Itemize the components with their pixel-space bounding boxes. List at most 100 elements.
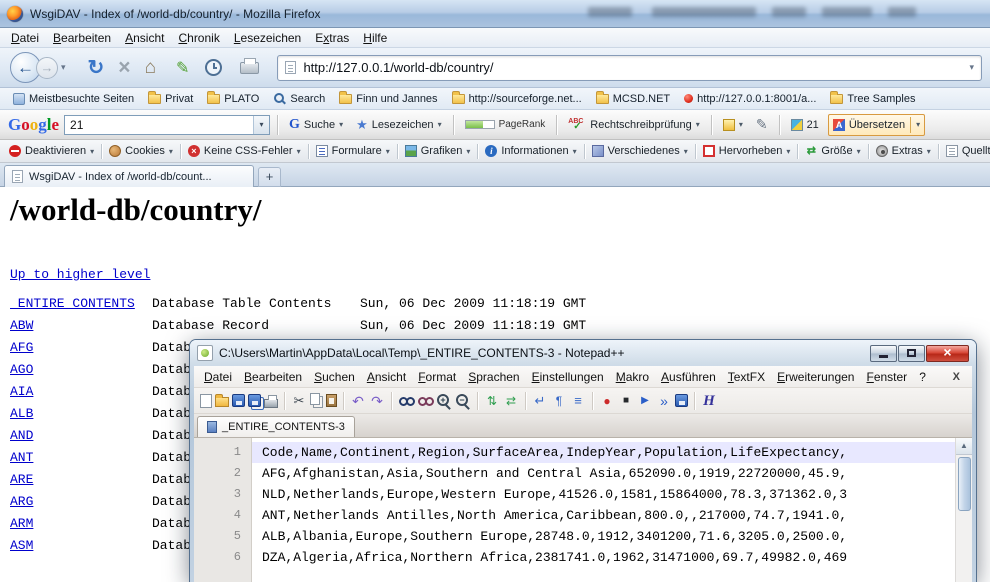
menu-item-extras[interactable]: Extras bbox=[308, 28, 356, 48]
hex-view-icon[interactable]: H bbox=[701, 393, 717, 409]
history-dropdown-icon[interactable] bbox=[61, 62, 66, 73]
forward-button[interactable] bbox=[36, 57, 58, 79]
file-link[interactable]: AFG bbox=[10, 340, 33, 355]
pagerank-indicator[interactable]: PageRank bbox=[461, 117, 550, 132]
file-link[interactable]: ENTIRE CONTENTS bbox=[10, 296, 135, 311]
npp-menu-format[interactable]: Format bbox=[412, 370, 462, 384]
translate-button[interactable]: Übersetzen bbox=[828, 114, 925, 136]
close-document-button[interactable]: X bbox=[953, 371, 960, 383]
bookmark-http-sourceforge-net[interactable]: http://sourceforge.net... bbox=[445, 88, 589, 110]
npp-menu-einstellungen[interactable]: Einstellungen bbox=[526, 370, 610, 384]
minimize-button[interactable] bbox=[870, 345, 897, 362]
undo-icon[interactable]: ↶ bbox=[350, 393, 366, 409]
clock-extension-button[interactable] bbox=[205, 59, 222, 76]
indent-guide-icon[interactable]: ≡ bbox=[570, 393, 586, 409]
webdev-formulare[interactable]: Formulare bbox=[311, 145, 395, 157]
bookmark-mcsd-net[interactable]: MCSD.NET bbox=[589, 88, 677, 110]
npp-menu-bearbeiten[interactable]: Bearbeiten bbox=[238, 370, 308, 384]
webdev-cookies[interactable]: Cookies bbox=[104, 145, 178, 157]
sync-horizontal-icon[interactable]: ⇄ bbox=[503, 393, 519, 409]
file-link[interactable]: AIA bbox=[10, 384, 33, 399]
save-all-icon[interactable] bbox=[248, 394, 261, 407]
new-tab-button[interactable]: + bbox=[258, 167, 281, 187]
edit-button[interactable] bbox=[752, 114, 772, 135]
google-search-button[interactable]: G Suche bbox=[285, 115, 347, 135]
save-icon[interactable] bbox=[232, 394, 245, 407]
highlight-term-button[interactable]: 21 bbox=[787, 117, 823, 133]
scroll-up-button[interactable] bbox=[956, 438, 973, 455]
firefox-titlebar[interactable]: WsgiDAV - Index of /world-db/country/ - … bbox=[0, 0, 990, 28]
find-icon[interactable] bbox=[398, 393, 414, 409]
menu-item-chronik[interactable]: Chronik bbox=[171, 28, 226, 48]
url-dropdown-icon[interactable] bbox=[969, 62, 974, 73]
cut-icon[interactable]: ✂ bbox=[291, 393, 307, 409]
zoom-out-icon[interactable]: − bbox=[455, 393, 471, 409]
home-button[interactable] bbox=[145, 57, 156, 79]
chevron-down-icon[interactable] bbox=[253, 116, 269, 134]
reload-button[interactable] bbox=[88, 55, 105, 80]
menu-item-hilfe[interactable]: Hilfe bbox=[356, 28, 394, 48]
close-button[interactable] bbox=[926, 345, 969, 362]
maximize-button[interactable] bbox=[898, 345, 925, 362]
npp-menu-fenster[interactable]: Fenster bbox=[860, 370, 913, 384]
menu-item-datei[interactable]: Datei bbox=[4, 28, 46, 48]
npp-menu-datei[interactable]: Datei bbox=[198, 370, 238, 384]
print-icon[interactable] bbox=[264, 399, 278, 408]
bookmark-tree-samples[interactable]: Tree Samples bbox=[823, 88, 922, 110]
vertical-scrollbar[interactable] bbox=[955, 438, 972, 582]
copy-icon[interactable] bbox=[310, 393, 320, 405]
run-macro-multiple-icon[interactable]: » bbox=[656, 393, 672, 409]
tab-wsgidav[interactable]: WsgiDAV - Index of /world-db/count... bbox=[4, 165, 254, 187]
google-bookmarks-button[interactable]: Lesezeichen bbox=[352, 115, 445, 135]
zoom-in-icon[interactable]: + bbox=[436, 393, 452, 409]
print-button[interactable] bbox=[240, 62, 259, 74]
notepadpp-titlebar[interactable]: C:\Users\Martin\AppData\Local\Temp\_ENTI… bbox=[190, 340, 976, 366]
npp-menu-ausf-hren[interactable]: Ausführen bbox=[655, 370, 722, 384]
google-search-box[interactable]: 21 bbox=[64, 115, 270, 135]
file-link[interactable]: ARM bbox=[10, 516, 33, 531]
scrollbar-thumb[interactable] bbox=[958, 457, 971, 511]
webdev-informationen[interactable]: iInformationen bbox=[480, 145, 581, 157]
bookmark-privat[interactable]: Privat bbox=[141, 88, 200, 110]
up-to-higher-level-link[interactable]: Up to higher level bbox=[10, 267, 150, 282]
menu-item-lesezeichen[interactable]: Lesezeichen bbox=[227, 28, 308, 48]
new-file-icon[interactable] bbox=[200, 394, 212, 408]
npp-menu-ansicht[interactable]: Ansicht bbox=[361, 370, 412, 384]
file-link[interactable]: ARE bbox=[10, 472, 33, 487]
file-link[interactable]: AND bbox=[10, 428, 33, 443]
bookmark-finn-und-jannes[interactable]: Finn und Jannes bbox=[332, 88, 444, 110]
npp-menu-item[interactable]: ? bbox=[913, 370, 932, 384]
word-wrap-icon[interactable]: ↵ bbox=[532, 393, 548, 409]
npp-menu-suchen[interactable]: Suchen bbox=[308, 370, 361, 384]
file-link[interactable]: ASM bbox=[10, 538, 33, 553]
npp-menu-erweiterungen[interactable]: Erweiterungen bbox=[771, 370, 860, 384]
chevron-down-icon[interactable] bbox=[916, 120, 920, 129]
webdev-keine-css-fehler[interactable]: ×Keine CSS-Fehler bbox=[183, 145, 306, 157]
bookmark-meistbesuchte-seiten[interactable]: Meistbesuchte Seiten bbox=[6, 88, 141, 110]
npp-menu-makro[interactable]: Makro bbox=[610, 370, 655, 384]
paste-icon[interactable] bbox=[326, 394, 337, 407]
file-link[interactable]: ARG bbox=[10, 494, 33, 509]
npp-menu-sprachen[interactable]: Sprachen bbox=[462, 370, 525, 384]
redo-icon[interactable]: ↷ bbox=[369, 393, 385, 409]
show-symbols-icon[interactable]: ¶ bbox=[551, 393, 567, 409]
sync-vertical-icon[interactable]: ⇅ bbox=[484, 393, 500, 409]
file-link[interactable]: ABW bbox=[10, 318, 33, 333]
bookmark-http-127-0-0-1-8001-a[interactable]: http://127.0.0.1:8001/a... bbox=[677, 88, 823, 110]
save-macro-icon[interactable] bbox=[675, 394, 688, 407]
webdev-grafiken[interactable]: Grafiken bbox=[400, 145, 476, 157]
stop-macro-icon[interactable]: ■ bbox=[618, 393, 634, 409]
url-text[interactable]: http://127.0.0.1/world-db/country/ bbox=[303, 60, 965, 75]
menu-item-ansicht[interactable]: Ansicht bbox=[118, 28, 171, 48]
pencil-extension-button[interactable] bbox=[176, 58, 189, 78]
webdev-gr-e[interactable]: ⇄Größe bbox=[800, 145, 865, 157]
open-file-icon[interactable] bbox=[215, 397, 229, 407]
webdev-hervorheben[interactable]: Hervorheben bbox=[698, 145, 796, 157]
autofill-button[interactable] bbox=[719, 117, 747, 133]
bookmark-search[interactable]: Search bbox=[266, 88, 332, 110]
file-link[interactable]: ANT bbox=[10, 450, 33, 465]
webdev-extras[interactable]: Extras bbox=[871, 145, 936, 157]
url-bar[interactable]: http://127.0.0.1/world-db/country/ bbox=[277, 55, 982, 81]
play-macro-icon[interactable]: ▶ bbox=[637, 393, 653, 409]
google-search-value[interactable]: 21 bbox=[65, 118, 253, 132]
